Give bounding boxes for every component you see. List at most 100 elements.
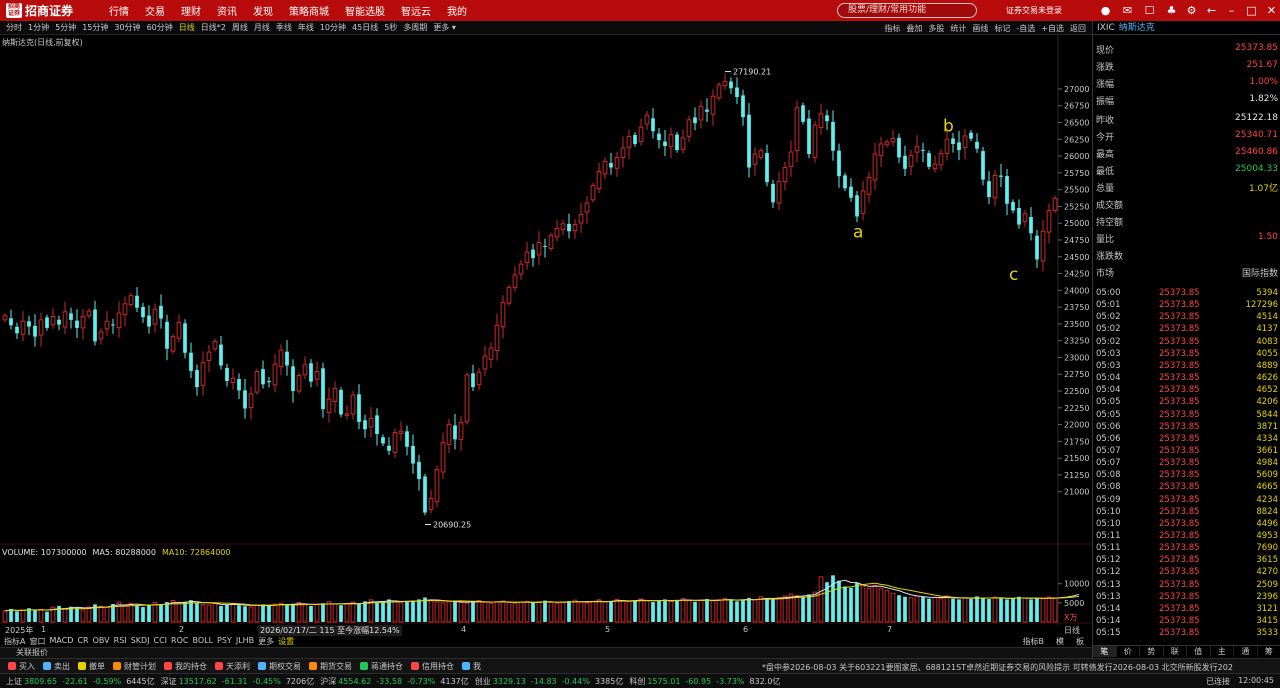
news-ticker[interactable]: *盘中参2026-08-03 关于603221要图家居、688121ST卓然近期…	[762, 662, 1280, 673]
volume-unit: X万	[1064, 613, 1077, 622]
menu-item[interactable]: 策略商城	[281, 3, 337, 18]
menu-item[interactable]: 智能选股	[337, 3, 393, 18]
period-tab[interactable]: 30分钟	[114, 22, 140, 33]
quote-name[interactable]: 纳斯达克	[1119, 23, 1155, 33]
indicator-tab[interactable]: 更多	[258, 636, 274, 647]
skin-icon[interactable]: ♣	[1164, 3, 1179, 18]
search-input[interactable]: 股票/理财/常用功能	[837, 3, 977, 18]
volume-bar	[554, 603, 560, 623]
index-item[interactable]: 深证 13517.62 -61.31 -0.45% 7206亿	[161, 676, 315, 687]
chart-tool[interactable]: 统计	[950, 23, 966, 34]
candle	[33, 325, 37, 337]
chart-tool[interactable]: -自选	[1016, 23, 1035, 34]
user-icon[interactable]: ●	[1098, 3, 1113, 18]
indicator-tab[interactable]: MACD	[49, 636, 73, 647]
indicator-right-tab[interactable]: 板	[1076, 636, 1084, 647]
back-icon[interactable]: ←	[1204, 3, 1219, 18]
close-icon[interactable]: ✕	[1264, 3, 1279, 18]
indicator-tab[interactable]: SKDJ	[131, 636, 150, 647]
action-button[interactable]: 我	[462, 661, 481, 672]
menu-item[interactable]: 交易	[137, 3, 173, 18]
volume-bar	[609, 600, 613, 622]
period-tab[interactable]: 多周期	[403, 22, 427, 33]
period-tab[interactable]: 日线*2	[201, 22, 226, 33]
period-tab[interactable]: 60分钟	[147, 22, 173, 33]
menu-item[interactable]: 资讯	[209, 3, 245, 18]
action-button[interactable]: 期权交易	[258, 661, 301, 672]
action-button[interactable]: 蒋通持仓	[360, 661, 403, 672]
action-button[interactable]: 撤单	[78, 661, 105, 672]
action-button[interactable]: 信用持仓	[411, 661, 454, 672]
right-tab[interactable]: 价	[1117, 646, 1140, 657]
indicator-setting[interactable]: 设置	[278, 636, 294, 647]
chart-tool[interactable]: 指标	[884, 23, 900, 34]
gear-icon[interactable]: ⚙	[1184, 3, 1199, 18]
period-tab[interactable]: 5秒	[384, 22, 397, 33]
indicator-tab[interactable]: JLHB	[236, 636, 254, 647]
period-tab[interactable]: 日线	[179, 22, 195, 33]
index-item[interactable]: 上证 3809.65 -22.61 -0.59% 6445亿	[6, 676, 155, 687]
right-tab[interactable]: 筹	[1258, 646, 1280, 657]
period-tab[interactable]: 5分钟	[55, 22, 76, 33]
login-status[interactable]: 证券交易未登录	[1006, 5, 1062, 16]
right-tab[interactable]: 笔	[1093, 646, 1117, 657]
right-tab[interactable]: 势	[1140, 646, 1164, 657]
chart-tool[interactable]: 多股	[928, 23, 944, 34]
indicator-tab[interactable]: BOLL	[192, 636, 213, 647]
index-item[interactable]: 创业 3329.13 -14.83 -0.44% 3385亿	[475, 676, 624, 687]
mail-icon[interactable]: ✉	[1120, 3, 1135, 18]
period-tab[interactable]: 周线	[232, 22, 248, 33]
index-item[interactable]: 沪深 4554.62 -33.58 -0.73% 4137亿	[320, 676, 469, 687]
menu-item[interactable]: 发现	[245, 3, 281, 18]
menu-item[interactable]: 我的	[439, 3, 475, 18]
menu-item[interactable]: 行情	[101, 3, 137, 18]
indicator-tab[interactable]: 窗口	[29, 636, 45, 647]
indicator-tab[interactable]: 指标A	[4, 636, 25, 647]
tick-row: 05:08 25373.85 4665	[1096, 482, 1278, 494]
indicator-right-tab[interactable]: 模	[1056, 636, 1064, 647]
period-tab[interactable]: 月线	[254, 22, 270, 33]
chart-tool[interactable]: 画线	[972, 23, 988, 34]
wave-annotation: c	[1009, 265, 1018, 285]
chart-tool[interactable]: 标记	[994, 23, 1010, 34]
chart-tool[interactable]: 叠加	[906, 23, 922, 34]
right-tab[interactable]: 联	[1164, 646, 1187, 657]
indicator-right-tab[interactable]: 指标B	[1023, 636, 1045, 647]
action-button[interactable]: 天添利	[215, 661, 250, 672]
volume-bar	[872, 584, 878, 623]
message-icon[interactable]: ☐	[1142, 3, 1157, 18]
volume-bar	[219, 605, 223, 622]
indicator-tab[interactable]: ROC	[171, 636, 188, 647]
indicator-tab[interactable]: CR	[77, 636, 88, 647]
menu-item[interactable]: 智远云	[393, 3, 439, 18]
action-button[interactable]: 财管计划	[113, 661, 156, 672]
menu-item[interactable]: 理财	[173, 3, 209, 18]
period-tab[interactable]: 10分钟	[320, 22, 346, 33]
tick-price: 25373.85	[1159, 591, 1200, 602]
period-tab[interactable]: 更多 ▾	[433, 22, 456, 33]
period-tab[interactable]: 季线	[276, 22, 292, 33]
chart-tool[interactable]: +自选	[1041, 23, 1064, 34]
period-tab[interactable]: 年线	[298, 22, 314, 33]
related-quotes-bar[interactable]: 关联报价	[0, 647, 1092, 658]
chart-tool[interactable]: 返回	[1070, 23, 1086, 34]
indicator-tab[interactable]: PSY	[217, 636, 232, 647]
index-item[interactable]: 科创 1575.01 -60.95 -3.73% 832.0亿	[629, 676, 780, 687]
indicator-tab[interactable]: RSI	[114, 636, 127, 647]
indicator-tab[interactable]: OBV	[93, 636, 110, 647]
kline-chart[interactable]: 27000 26750 26500 26250 26000 25750 25500 25250…	[0, 35, 1092, 625]
minimize-icon[interactable]: –	[1224, 3, 1239, 18]
action-button[interactable]: 期货交易	[309, 661, 352, 672]
indicator-tab[interactable]: CCI	[153, 636, 167, 647]
action-button[interactable]: 我的持仓	[164, 661, 207, 672]
maximize-icon[interactable]: □	[1244, 3, 1259, 18]
period-tab[interactable]: 分时	[6, 22, 22, 33]
action-button[interactable]: 买入	[8, 661, 35, 672]
period-tab[interactable]: 45日线	[352, 22, 378, 33]
action-button[interactable]: 卖出	[43, 661, 70, 672]
period-tab[interactable]: 15分钟	[82, 22, 108, 33]
period-tab[interactable]: 1分钟	[28, 22, 49, 33]
right-tab[interactable]: 值	[1187, 646, 1211, 657]
right-tab[interactable]: 主	[1211, 646, 1234, 657]
right-tab[interactable]: 通	[1234, 646, 1258, 657]
